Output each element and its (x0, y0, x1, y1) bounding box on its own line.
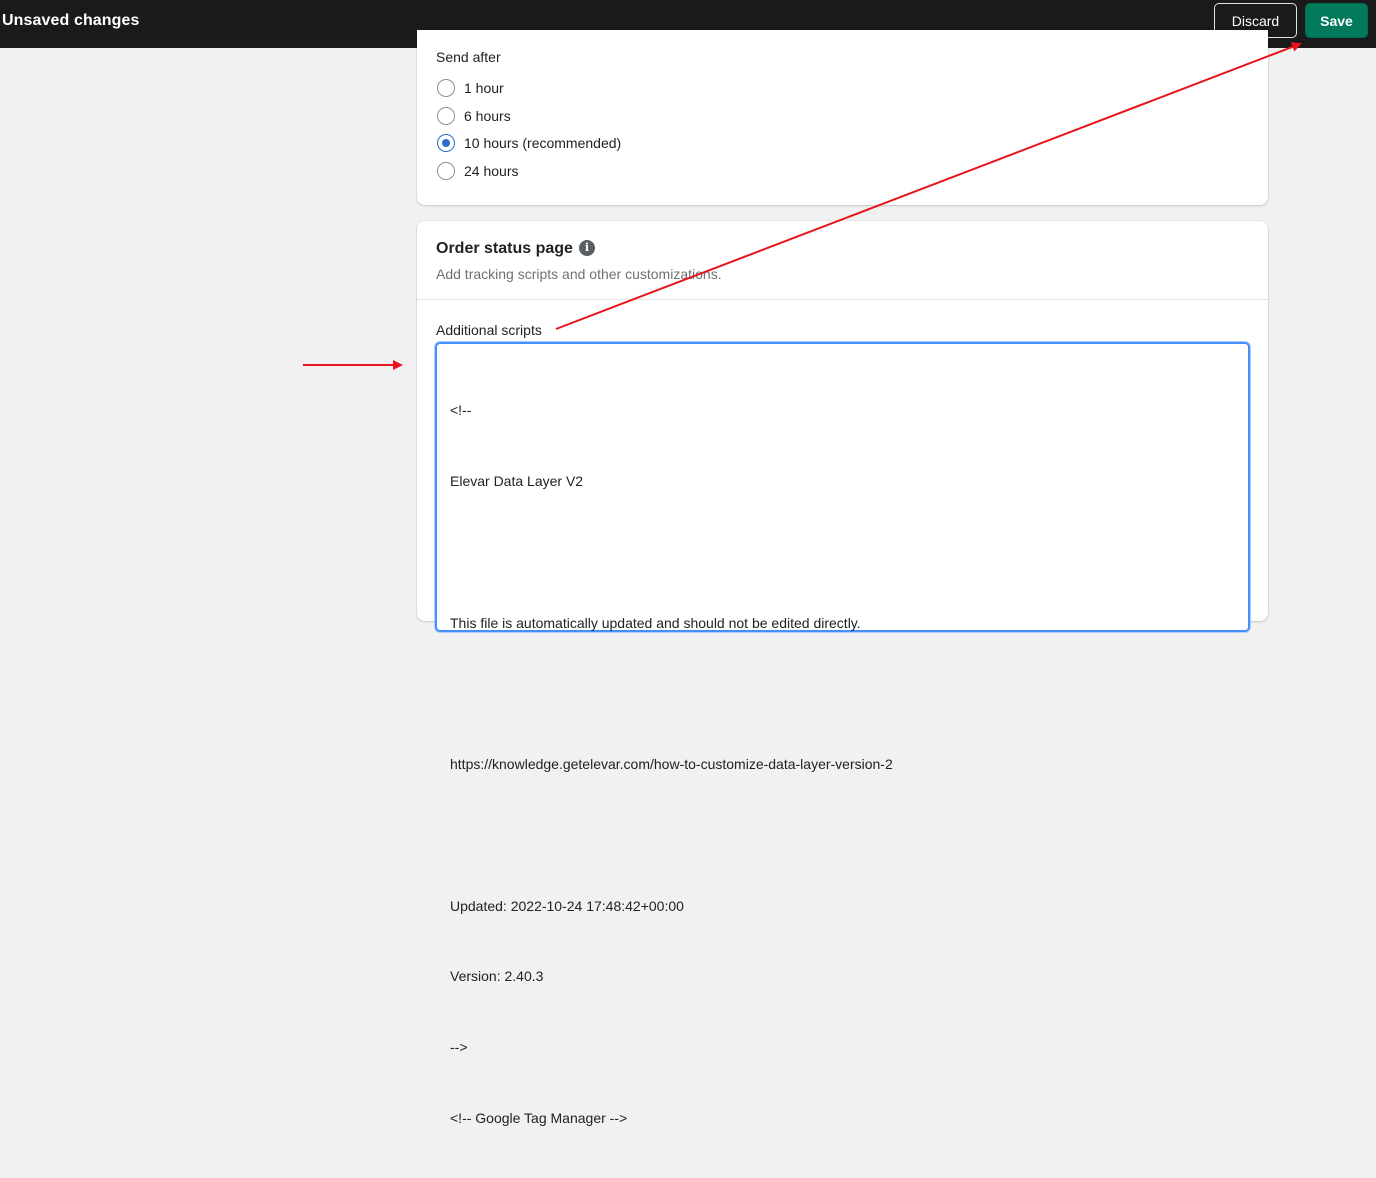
script-line: Elevar Data Layer V2 (450, 472, 584, 489)
radio-label: 6 hours (464, 108, 511, 124)
radio-button[interactable] (437, 79, 455, 97)
script-line: --> (450, 1039, 468, 1056)
order-status-card: Order status page i Add tracking scripts… (417, 221, 1268, 1126)
send-after-card: Send after 1 hour 6 hours 10 hours (reco… (417, 30, 1268, 205)
save-button[interactable]: Save (1305, 3, 1368, 38)
unsaved-changes-title: Unsaved changes (2, 12, 140, 29)
radio-option-24-hours[interactable]: 24 hours (437, 161, 518, 181)
script-line: This file is automatically updated and s… (450, 614, 861, 631)
script-line (450, 682, 893, 706)
script-content: <!-- Elevar Data Layer V2 This file is a… (450, 352, 893, 1178)
radio-button-selected[interactable] (437, 134, 455, 152)
script-line: <!-- (450, 402, 472, 419)
additional-scripts-label: Additional scripts (436, 322, 542, 338)
divider (417, 299, 1268, 300)
radio-button[interactable] (437, 107, 455, 125)
order-status-subtitle: Add tracking scripts and other customiza… (436, 266, 722, 282)
script-line: https://knowledge.getelevar.com/how-to-c… (450, 756, 893, 773)
additional-scripts-textarea[interactable]: <!-- Elevar Data Layer V2 This file is a… (435, 342, 1250, 1126)
info-icon[interactable]: i (579, 240, 595, 256)
radio-option-6-hours[interactable]: 6 hours (437, 106, 511, 126)
radio-label: 1 hour (464, 80, 504, 96)
radio-option-1-hour[interactable]: 1 hour (437, 78, 504, 98)
script-line: Version: 2.40.3 (450, 968, 544, 985)
script-line: <!-- Google Tag Manager --> (450, 1110, 628, 1126)
send-after-label: Send after (436, 49, 501, 65)
script-line (450, 541, 893, 565)
radio-button[interactable] (437, 162, 455, 180)
script-line: Updated: 2022-10-24 17:48:42+00:00 (450, 897, 684, 914)
order-status-title: Order status page (436, 240, 573, 257)
radio-option-10-hours[interactable]: 10 hours (recommended) (437, 133, 621, 153)
radio-label: 24 hours (464, 163, 519, 179)
radio-label: 10 hours (recommended) (464, 135, 622, 151)
script-line (450, 824, 893, 848)
